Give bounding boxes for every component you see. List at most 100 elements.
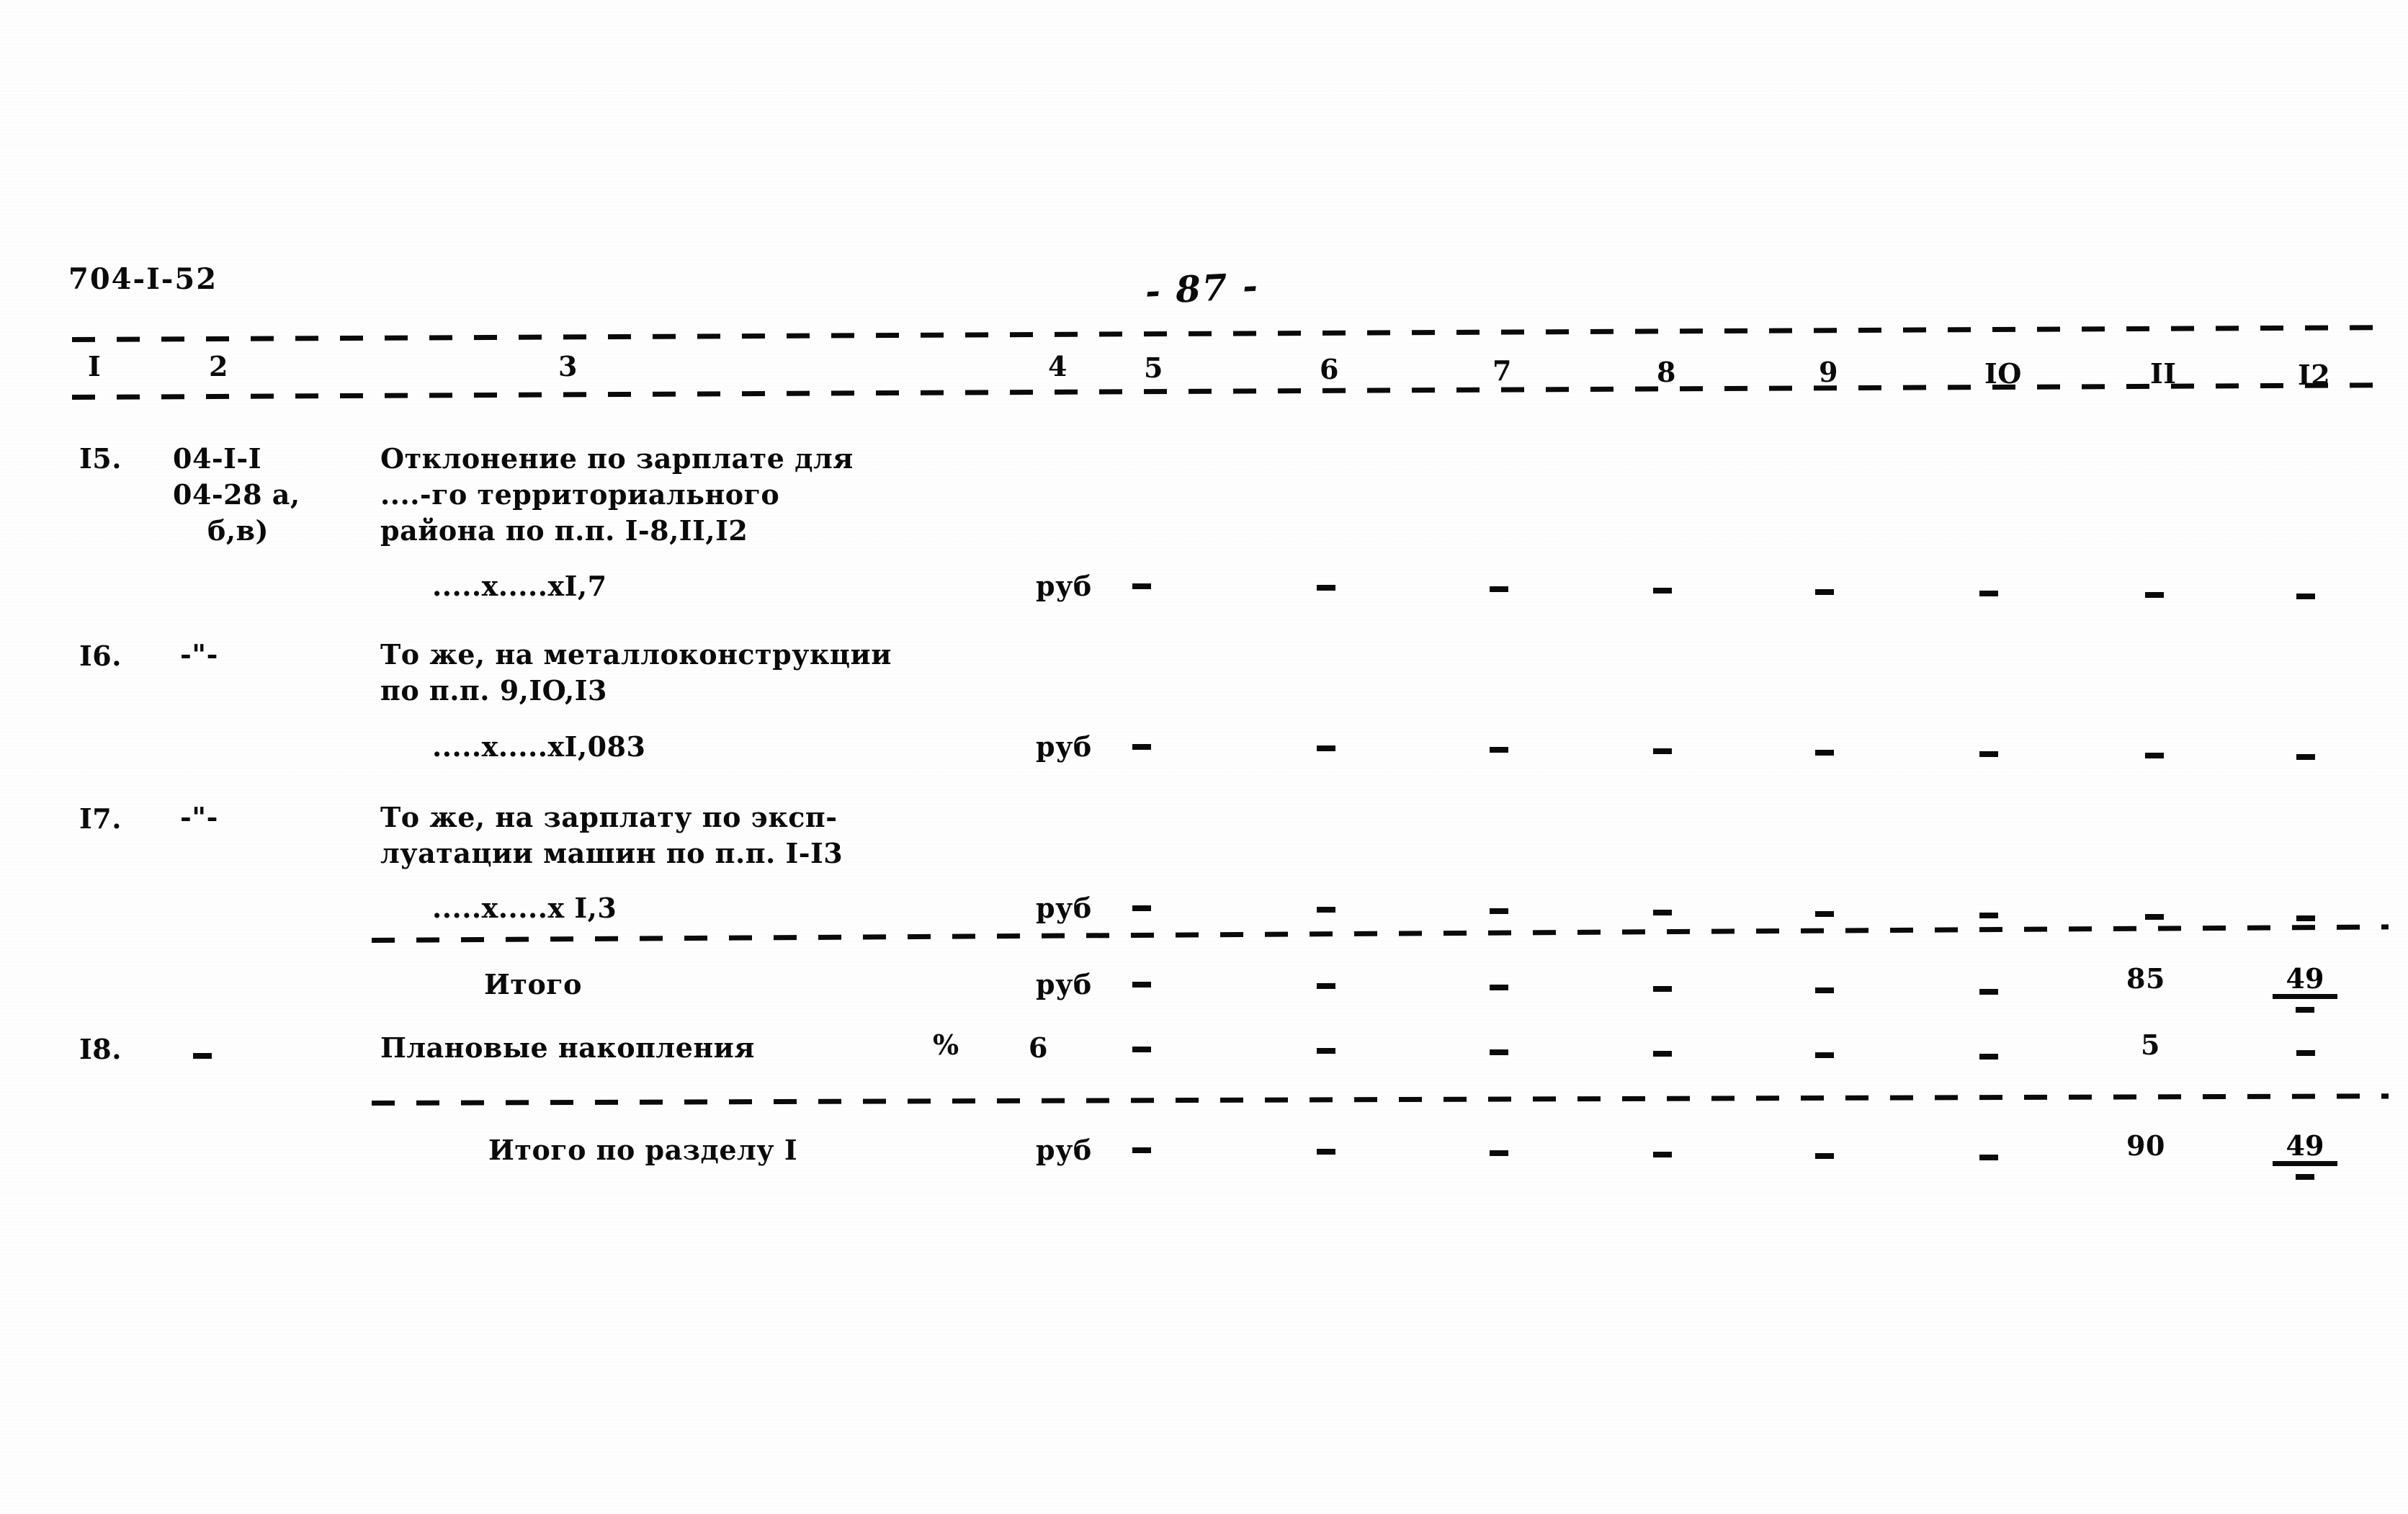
section-total-rule-top	[371, 1093, 2389, 1106]
section-total-col12-dash	[2296, 1174, 2314, 1180]
overhead-label: Плановые накопления	[380, 1031, 755, 1064]
value-dash	[1653, 748, 1672, 754]
column-header-10: IO	[1984, 357, 2022, 390]
column-header-4: 4	[1048, 350, 1068, 382]
row-description-line: ....-го территориального	[380, 478, 780, 511]
value-dash	[1132, 1047, 1151, 1052]
section-total-label: Итого по разделу I	[488, 1134, 798, 1166]
row-description-line: Отклонение по зарплате для	[380, 442, 854, 475]
row-code-line: 04-28 а,	[173, 478, 300, 511]
value-dash	[1815, 589, 1834, 595]
column-header-7: 7	[1492, 354, 1512, 387]
value-dash	[1317, 1149, 1335, 1155]
overhead-col11-value: 5	[2141, 1029, 2160, 1061]
value-dash	[1490, 1150, 1508, 1156]
subtotal-rule-top	[371, 924, 2389, 943]
section-total-col11-value: 90	[2126, 1129, 2165, 1162]
overhead-unit: %	[933, 1029, 959, 1061]
value-dash	[1653, 910, 1672, 915]
value-dash	[1132, 1147, 1151, 1153]
value-dash	[1490, 908, 1508, 914]
value-dash	[1979, 913, 1998, 918]
value-dash	[2296, 754, 2315, 760]
value-dash	[1815, 1052, 1834, 1058]
document-code: 704-I-52	[68, 262, 218, 296]
section-total-col12-value: 49	[2273, 1132, 2337, 1180]
value-dash	[1815, 750, 1834, 756]
value-dash	[1490, 1049, 1508, 1055]
value-dash	[1132, 905, 1151, 911]
value-dash	[2296, 915, 2315, 921]
subtotal-col11-value: 85	[2126, 962, 2165, 995]
value-dash	[2145, 592, 2164, 598]
column-header-2: 2	[209, 350, 228, 382]
column-header-6: 6	[1320, 353, 1339, 385]
row-description-line: То же, на зарплату по эксп-	[380, 801, 838, 833]
row-code-line: -"-	[180, 801, 218, 833]
value-dash	[2296, 593, 2315, 599]
column-header-5: 5	[1144, 351, 1163, 384]
overhead-code-dash	[193, 1053, 212, 1059]
value-dash	[1979, 989, 1998, 995]
row-number: I6.	[79, 640, 122, 672]
subtotal-col12-dash	[2296, 1007, 2314, 1013]
row-code-line: -"-	[180, 638, 218, 671]
value-dash	[1979, 1155, 1998, 1160]
scanned-page: 704-I-52 - 87 - I 2 3 4 5 6 7 8 9 IO II …	[0, 0, 2408, 1514]
value-dash	[1653, 1152, 1672, 1157]
column-header-8: 8	[1657, 356, 1676, 388]
section-total-unit: руб	[1036, 1134, 1092, 1166]
page-number: - 87 -	[1144, 264, 1261, 313]
value-dash	[1979, 591, 1998, 596]
value-dash	[1815, 987, 1834, 993]
row-number: I7.	[79, 802, 122, 835]
row-description-line: по п.п. 9,IO,I3	[380, 674, 607, 707]
value-dash	[1317, 745, 1335, 751]
value-dash	[1490, 747, 1508, 753]
scan-grain-overlay	[0, 0, 2408, 1514]
value-dash	[1815, 911, 1834, 917]
subtotal-unit: руб	[1036, 968, 1092, 1000]
value-dash	[1653, 986, 1672, 992]
value-dash	[1317, 907, 1335, 913]
value-dash	[1979, 1054, 1998, 1060]
row-formula: .....х.....хI,7	[432, 570, 607, 602]
row-description-line: района по п.п. I-8,II,I2	[380, 514, 748, 547]
value-dash	[1490, 586, 1508, 592]
table-rule-header-bottom	[71, 382, 2388, 400]
value-dash	[1815, 1153, 1834, 1159]
value-dash	[1979, 751, 1998, 757]
row-description-line: луатации машин по п.п. I-I3	[380, 837, 843, 869]
row-unit: руб	[1036, 892, 1092, 924]
value-dash	[1653, 588, 1672, 593]
column-header-9: 9	[1819, 356, 1838, 388]
value-dash	[1132, 583, 1151, 589]
subtotal-col12-value: 49	[2273, 965, 2337, 1013]
overhead-rate: 6	[1029, 1031, 1048, 1064]
row-number: I5.	[79, 442, 122, 475]
value-dash	[1132, 744, 1151, 750]
row-number: I8.	[79, 1033, 122, 1065]
column-header-1: I	[88, 350, 102, 382]
value-dash	[1317, 983, 1335, 989]
row-description-line: То же, на металлоконструкции	[380, 638, 892, 671]
section-total-col12-number: 49	[2273, 1132, 2337, 1166]
overhead-col12-dash	[2296, 1050, 2315, 1056]
value-dash	[1132, 982, 1151, 987]
value-dash	[2145, 753, 2164, 758]
row-formula: .....х.....х I,3	[432, 892, 617, 924]
value-dash	[1490, 985, 1508, 990]
value-dash	[2145, 914, 2164, 920]
row-unit: руб	[1036, 730, 1092, 763]
row-code-line: б,в)	[207, 514, 269, 547]
value-dash	[1653, 1051, 1672, 1057]
value-dash	[1317, 1048, 1335, 1054]
column-header-3: 3	[558, 350, 578, 382]
row-formula: .....х.....хI,083	[432, 730, 646, 763]
row-unit: руб	[1036, 570, 1092, 602]
row-code-line: 04-I-I	[173, 442, 261, 475]
value-dash	[1317, 585, 1335, 591]
subtotal-col12-number: 49	[2273, 965, 2337, 999]
table-rule-top	[71, 325, 2388, 342]
subtotal-label: Итого	[484, 968, 582, 1000]
